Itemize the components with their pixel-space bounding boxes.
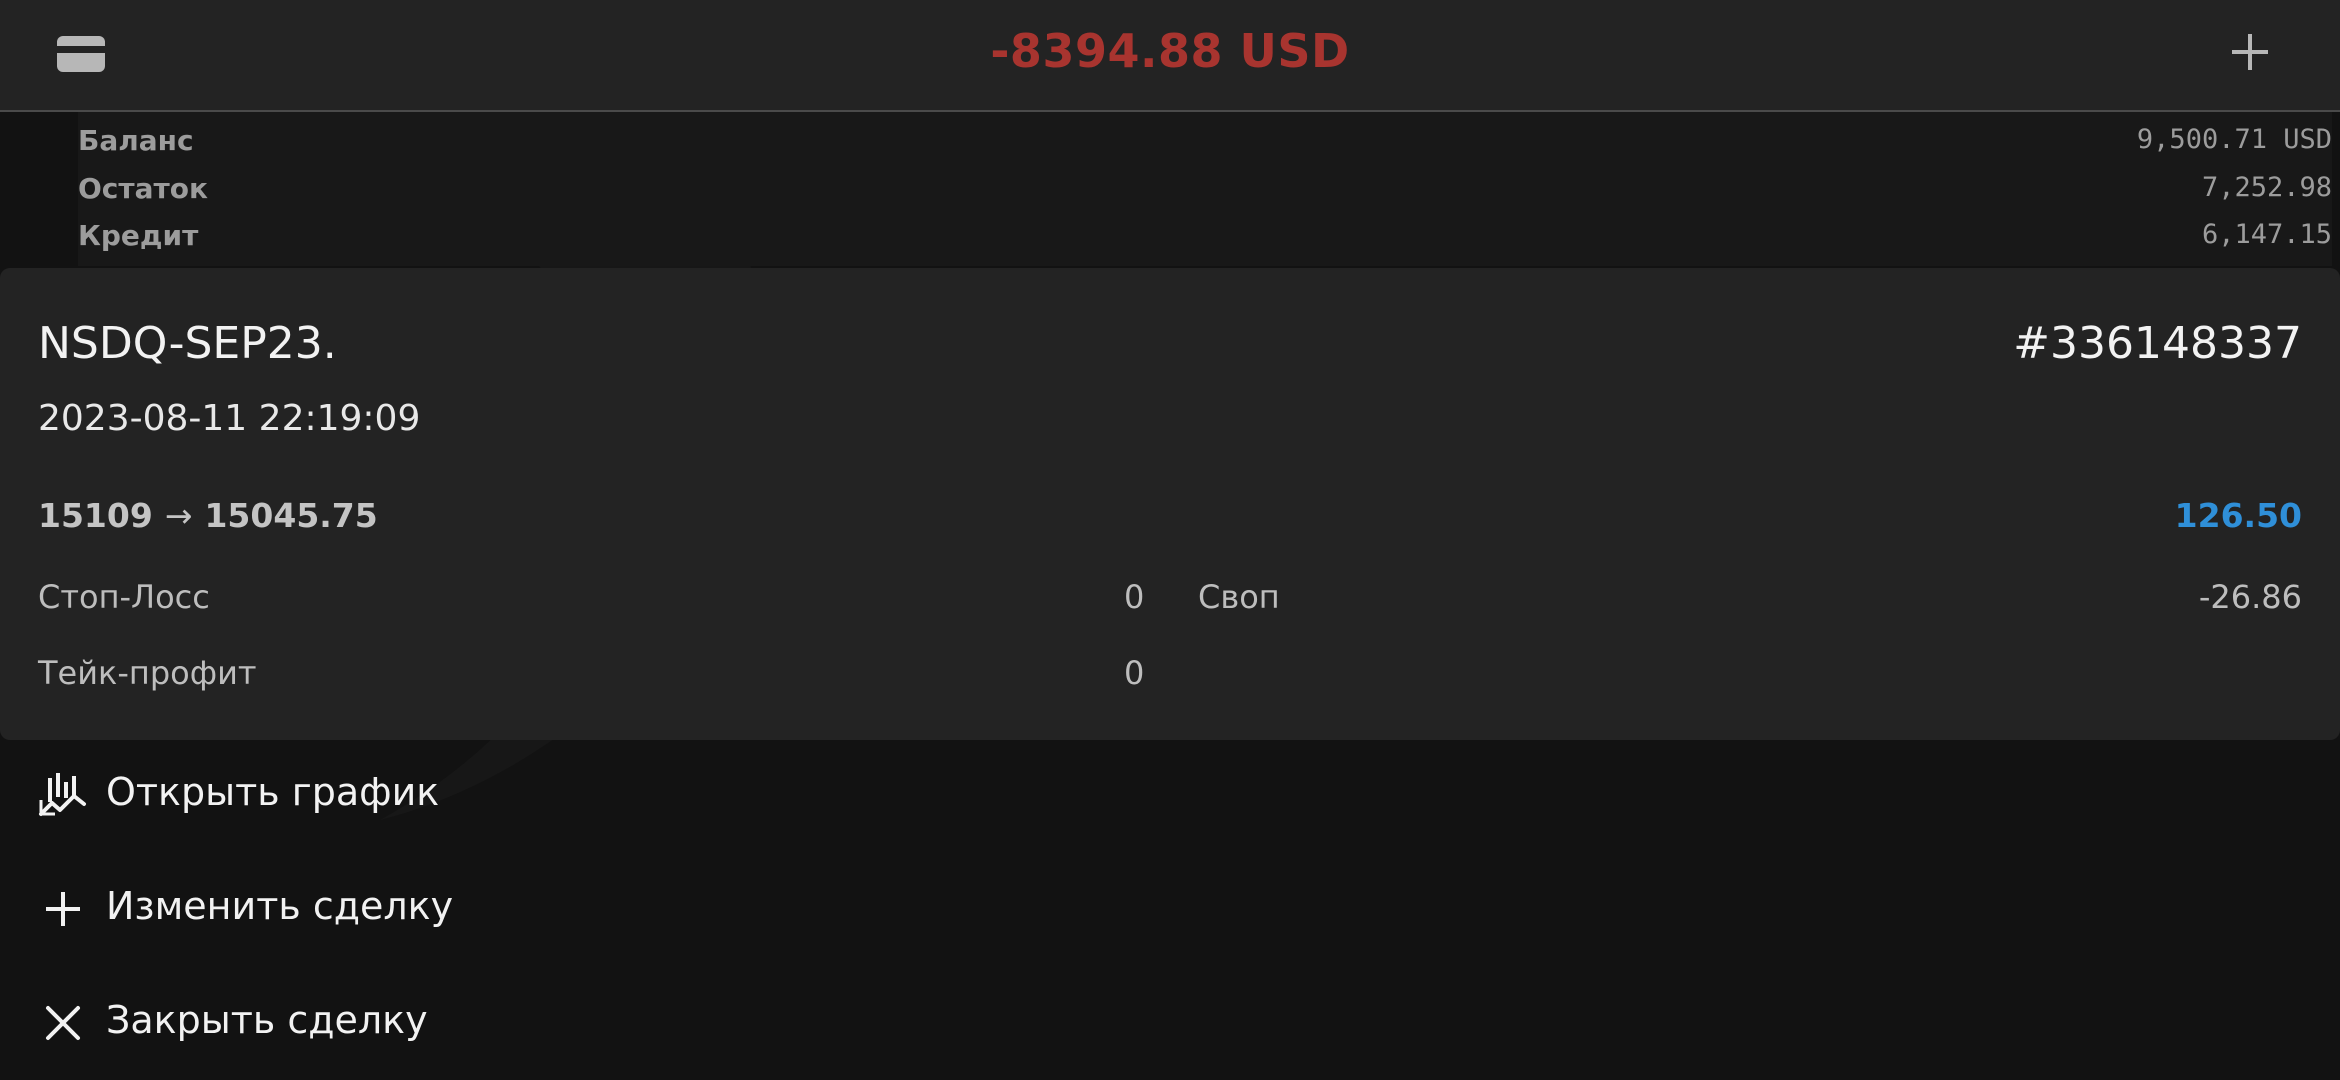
summary-label: Кредит [78,219,199,252]
modify-trade-label: Изменить сделку [106,884,454,928]
trade-screen: -8394.88 USD Баланс 9,500.71 USD Остаток… [0,0,2340,1080]
summary-row-credit: Кредит 6,147.15 [78,211,2332,257]
summary-label: Баланс [78,124,194,157]
trade-symbol: NSDQ-SEP23. [38,318,337,369]
open-chart-button[interactable]: Открыть график [38,752,638,832]
trade-open-time: 2023-08-11 22:19:09 [38,398,421,439]
arrow-right-icon: → [164,496,193,535]
take-profit-value: 0 [1124,654,1145,692]
modify-trade-button[interactable]: Изменить сделку [38,866,638,946]
close-trade-label: Закрыть сделку [106,998,428,1042]
summary-row-remaining: Остаток 7,252.98 [78,164,2332,210]
chart-icon [39,773,86,816]
plus-icon [46,892,80,926]
summary-row-balance: Баланс 9,500.71 USD [78,116,2332,162]
trade-prices: 15109 → 15045.75 [38,496,378,535]
close-icon [46,1006,80,1040]
open-chart-label: Открыть график [106,770,440,814]
account-summary: Баланс 9,500.71 USD Остаток 7,252.98 Кре… [78,112,2332,266]
summary-value: 6,147.15 [2201,219,2332,250]
trade-profit: 126.50 [2174,496,2302,535]
current-price: 15045.75 [204,496,378,535]
floating-pnl-total: -8394.88 USD [990,24,1350,78]
trade-card[interactable]: NSDQ-SEP23. #336148337 2023-08-11 22:19:… [0,268,2340,740]
stop-loss-label: Стоп-Лосс [38,578,210,616]
summary-value: 7,252.98 [2201,172,2332,203]
stop-loss-value: 0 [1124,578,1145,616]
top-bar: -8394.88 USD [0,0,2340,112]
swap-label: Своп [1198,578,1280,616]
take-profit-label: Тейк-профит [38,654,257,692]
summary-label: Остаток [78,172,208,205]
close-trade-button[interactable]: Закрыть сделку [38,980,638,1060]
swap-value: -26.86 [2198,578,2302,616]
summary-value: 9,500.71 USD [2136,124,2332,155]
plus-icon[interactable] [2228,30,2272,74]
open-price: 15109 [38,496,153,535]
trade-ticket: #336148337 [2013,318,2302,369]
